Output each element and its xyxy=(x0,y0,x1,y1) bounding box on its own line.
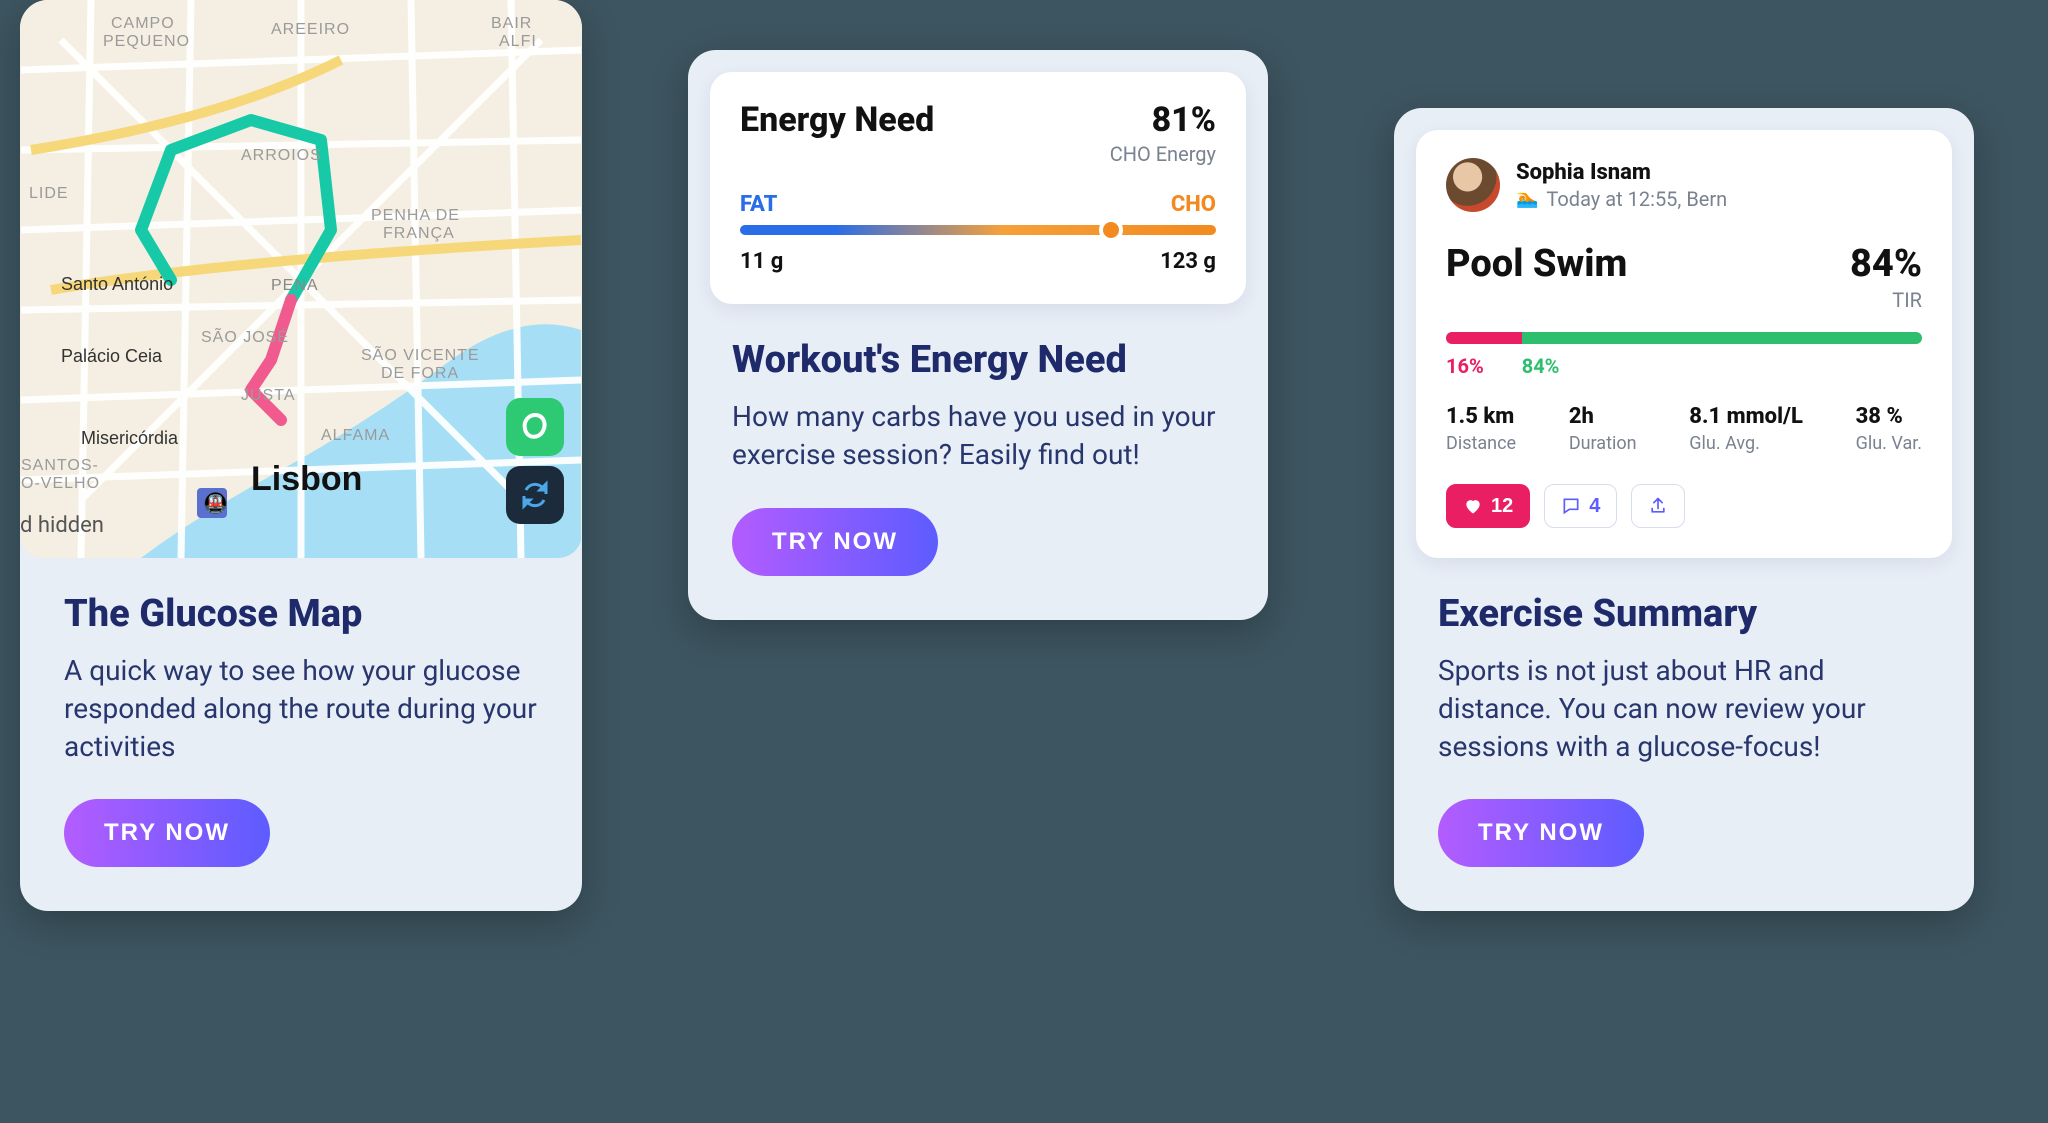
share-button[interactable] xyxy=(1631,484,1685,528)
map-area-label: CAMPO xyxy=(111,15,175,32)
map-illustration: CAMPO PEQUENO AREEIRO BAIR ALFI LIDE ARR… xyxy=(20,0,582,558)
map-hidden-label: d hidden xyxy=(20,513,104,538)
card-description: How many carbs have you used in your exe… xyxy=(732,398,1224,474)
try-now-button[interactable]: TRY NOW xyxy=(64,799,270,867)
stat-value: 2h xyxy=(1569,404,1637,429)
tir-in-pct: 84% xyxy=(1522,354,1560,378)
user-avatar xyxy=(1446,158,1500,212)
stat-item: 38 % Glu. Var. xyxy=(1856,404,1922,454)
energy-bar-knob xyxy=(1099,218,1123,242)
stat-label: Duration xyxy=(1569,433,1637,454)
tir-bar-in xyxy=(1522,332,1922,344)
map-area-label: Misericórdia xyxy=(81,428,179,448)
svg-text:🚇: 🚇 xyxy=(203,491,228,515)
loop-icon xyxy=(519,411,551,443)
map-area-label: DE FORA xyxy=(381,365,459,382)
card-description: A quick way to see how your glucose resp… xyxy=(64,652,538,765)
tir-bar-low xyxy=(1446,332,1522,344)
map-area-label: LIDE xyxy=(29,185,69,202)
comment-icon xyxy=(1561,496,1581,516)
map-city-label: Lisbon xyxy=(251,460,362,498)
map-area-label: O-VELHO xyxy=(21,475,100,492)
fat-label: FAT xyxy=(740,192,777,217)
card-title: Workout's Energy Need xyxy=(732,338,1224,382)
like-count: 12 xyxy=(1491,495,1513,518)
feature-card-glucose-map: CAMPO PEQUENO AREEIRO BAIR ALFI LIDE ARR… xyxy=(20,0,582,911)
stat-item: 2h Duration xyxy=(1569,404,1637,454)
stat-value: 1.5 km xyxy=(1446,404,1516,429)
feature-card-exercise-summary: Sophia Isnam 🏊 Today at 12:55, Bern Pool… xyxy=(1394,108,1974,911)
map-integration-badge-sync[interactable] xyxy=(506,466,564,524)
card-title: Exercise Summary xyxy=(1438,592,1930,636)
card-title: The Glucose Map xyxy=(64,592,538,636)
swim-icon: 🏊 xyxy=(1516,188,1538,209)
exercise-summary-panel: Sophia Isnam 🏊 Today at 12:55, Bern Pool… xyxy=(1416,130,1952,558)
map-area-label: FRANÇA xyxy=(383,225,455,242)
energy-gradient-bar xyxy=(740,225,1216,235)
energy-need-panel: Energy Need 81% CHO Energy FAT CHO 11 g … xyxy=(710,72,1246,304)
map-area-label: SÃO VICENTE xyxy=(361,344,480,364)
map-area-label: SANTOS- xyxy=(21,457,99,474)
user-name: Sophia Isnam xyxy=(1516,160,1727,185)
map-area-label: AREEIRO xyxy=(271,21,350,38)
map-area-label: Palácio Ceia xyxy=(61,346,163,366)
session-subtitle: Today at 12:55, Bern xyxy=(1546,187,1727,211)
map-area-label: Santo António xyxy=(61,274,173,294)
share-icon xyxy=(1648,496,1668,516)
stat-value: 8.1 mmol/L xyxy=(1689,404,1803,429)
card-description: Sports is not just about HR and distance… xyxy=(1438,652,1930,765)
comment-count: 4 xyxy=(1589,495,1600,518)
energy-panel-title: Energy Need xyxy=(740,100,934,140)
glucose-map-preview: CAMPO PEQUENO AREEIRO BAIR ALFI LIDE ARR… xyxy=(20,0,582,558)
map-area-label: ARROIOS xyxy=(241,147,322,164)
cho-label: CHO xyxy=(1171,192,1216,217)
session-stats-row: 1.5 km Distance 2h Duration 8.1 mmol/L Glu. A… xyxy=(1446,404,1922,454)
stat-label: Glu. Avg. xyxy=(1689,433,1803,454)
tir-percent: 84% xyxy=(1850,242,1922,286)
try-now-button[interactable]: TRY NOW xyxy=(1438,799,1644,867)
map-area-label: PEQUENO xyxy=(103,33,190,50)
fat-value: 11 g xyxy=(740,249,783,274)
sync-icon xyxy=(520,480,550,510)
map-area-label: BAIR xyxy=(491,15,532,32)
session-title: Pool Swim xyxy=(1446,242,1627,286)
map-area-label: PENA xyxy=(271,277,319,294)
energy-percent: 81% xyxy=(1110,100,1216,140)
try-now-button[interactable]: TRY NOW xyxy=(732,508,938,576)
stat-label: Glu. Var. xyxy=(1856,433,1922,454)
map-area-label: ALFI xyxy=(499,33,537,50)
map-area-label: SÃO JOSÉ xyxy=(201,326,289,346)
comment-button[interactable]: 4 xyxy=(1544,484,1617,528)
tir-label: TIR xyxy=(1850,288,1922,312)
tir-low-pct: 16% xyxy=(1446,354,1484,378)
stat-item: 8.1 mmol/L Glu. Avg. xyxy=(1689,404,1803,454)
map-area-label: PENHA DE xyxy=(371,207,460,224)
map-area-label: ALFAMA xyxy=(321,427,390,444)
heart-icon xyxy=(1463,496,1483,516)
like-button[interactable]: 12 xyxy=(1446,484,1530,528)
energy-sub-label: CHO Energy xyxy=(1110,142,1216,166)
map-area-label: JUSTA xyxy=(241,387,295,404)
stat-item: 1.5 km Distance xyxy=(1446,404,1516,454)
stat-label: Distance xyxy=(1446,433,1516,454)
cho-value: 123 g xyxy=(1160,249,1216,274)
tir-bar xyxy=(1446,332,1922,344)
map-integration-badge-green[interactable] xyxy=(506,398,564,456)
feature-card-energy-need: Energy Need 81% CHO Energy FAT CHO 11 g … xyxy=(688,50,1268,620)
stat-value: 38 % xyxy=(1856,404,1922,429)
